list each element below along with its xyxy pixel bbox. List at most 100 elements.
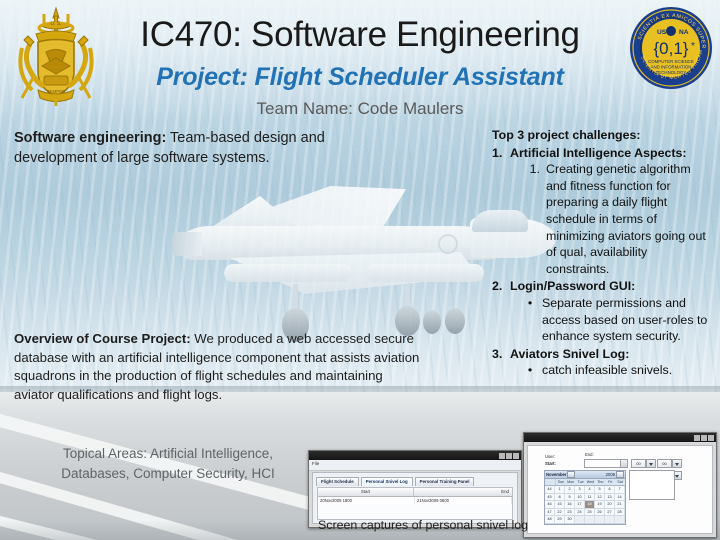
- svg-text:COMPUTER SCIENCE: COMPUTER SCIENCE: [648, 59, 694, 64]
- weekday-wed: Wed: [586, 480, 595, 484]
- calendar-day-20[interactable]: 20: [605, 501, 615, 508]
- calendar-day-6[interactable]: 6: [605, 486, 615, 493]
- window-body: User: Start: End: 00 00 00 00 November 2…: [527, 445, 713, 534]
- calendar-day-24[interactable]: 24: [575, 508, 585, 515]
- project-challenges-list: Top 3 project challenges: 1. Artificial …: [492, 127, 714, 379]
- calendar-day-28[interactable]: 28: [615, 508, 625, 515]
- challenge-number: 2.: [492, 279, 503, 294]
- minute-dropdown-arrow-1[interactable]: [672, 459, 682, 468]
- challenge-sub-marker: 1.: [529, 162, 540, 177]
- column-header-start[interactable]: Start: [318, 488, 414, 496]
- weekday-tue: Tue: [577, 480, 584, 484]
- tab-flight-schedule[interactable]: Flight Schedule: [316, 477, 359, 486]
- calendar-screenshot-window[interactable]: User: Start: End: 00 00 00 00 November 2…: [523, 432, 717, 538]
- tab-personal-snivel-log[interactable]: Personal Snivel Log: [360, 477, 413, 486]
- window-title-bar: [309, 451, 521, 460]
- week-number: 45: [545, 493, 555, 500]
- minute-spinner-1[interactable]: 00: [657, 459, 672, 468]
- calendar-week-row: 47 22 23 24 25 26 27 28: [545, 508, 625, 516]
- calendar-week-row: 46 15 16 17 18 19 20 21: [545, 501, 625, 509]
- svg-text:U. S.: U. S.: [50, 21, 61, 27]
- calendar-day-7[interactable]: 7: [615, 486, 625, 493]
- week-number: 47: [545, 508, 555, 515]
- hour-spinner-1[interactable]: 00: [631, 459, 646, 468]
- file-menu[interactable]: File: [309, 460, 521, 471]
- week-number: 44: [545, 486, 555, 493]
- software-engineering-definition: Software engineering: Team-based design …: [14, 128, 394, 168]
- slide-header: U. S. SEMPER SCIENTIA EX AMICOS SUPERAT …: [0, 0, 720, 125]
- calendar-day-27[interactable]: 27: [605, 508, 615, 515]
- calendar-day-8[interactable]: 8: [555, 493, 565, 500]
- calendar-day-19[interactable]: 19: [595, 501, 605, 508]
- calendar-day-26[interactable]: 26: [595, 508, 605, 515]
- svg-text:US: US: [657, 29, 667, 36]
- svg-text:AND INFORMATION: AND INFORMATION: [651, 65, 692, 70]
- calendar-day-25[interactable]: 25: [585, 508, 595, 515]
- calendar-day-1[interactable]: 1: [555, 486, 565, 493]
- svg-text:{0,1}: {0,1}: [654, 39, 689, 58]
- challenge-item: 3. Aviators Snivel Log:: [492, 346, 714, 363]
- calendar-day-5[interactable]: 5: [595, 486, 605, 493]
- weekday-sun: Sun: [557, 480, 565, 484]
- calendar-weeks: 44 1 2 3 4 5 6 7 45 8 9 10 11 12 13 14 46 15 16 17 18 19 20 21 4…: [545, 486, 625, 524]
- calendar-day-14[interactable]: 14: [615, 493, 625, 500]
- calendar-day-18[interactable]: 18: [585, 501, 595, 508]
- calendar-day-22[interactable]: 22: [555, 508, 565, 515]
- minimize-icon: [694, 434, 700, 441]
- notes-box[interactable]: [629, 470, 675, 500]
- screenshot-caption: Screen captures of personal snivel log: [318, 518, 529, 532]
- weekday-fri: Fri: [608, 480, 613, 484]
- calendar-day-11[interactable]: 11: [585, 493, 595, 500]
- usna-cs-department-seal-icon: SCIENTIA EX AMICOS SUPERAT SCIENTIA UT M…: [627, 2, 713, 90]
- challenges-heading: Top 3 project challenges:: [492, 128, 641, 142]
- calendar-day-2[interactable]: 2: [565, 486, 575, 493]
- month-dropdown-icon[interactable]: [567, 471, 576, 478]
- minimize-icon: [499, 452, 505, 459]
- window-controls[interactable]: [694, 434, 714, 441]
- calendar-day-4[interactable]: 4: [585, 486, 595, 493]
- calendar-day-9[interactable]: 9: [565, 493, 575, 500]
- column-header-end[interactable]: End: [414, 488, 512, 496]
- course-project-overview: Overview of Course Project: We produced …: [14, 330, 424, 404]
- challenge-sub-item: 1. Creating genetic algorithm and fitnes…: [527, 161, 714, 277]
- maximize-icon: [701, 434, 707, 441]
- weekday-thu: Thu: [597, 480, 604, 484]
- date-picker-calendar[interactable]: November 2009 Sun Mon Tue Wed Thu Fri Sa…: [544, 470, 626, 525]
- calendar-day-15[interactable]: 15: [555, 501, 565, 508]
- challenge-sub-item: • catch infeasible snivels.: [524, 362, 714, 379]
- calendar-day-3[interactable]: 3: [575, 486, 585, 493]
- calendar-day-13[interactable]: 13: [605, 493, 615, 500]
- team-name-label: Team Name: Code Maulers: [256, 99, 464, 118]
- calendar-day-empty: [595, 516, 605, 523]
- challenge-number: 1.: [492, 145, 503, 160]
- calendar-day-17[interactable]: 17: [575, 501, 585, 508]
- calendar-day-30[interactable]: 30: [565, 516, 575, 523]
- challenge-label: Login/Password GUI:: [510, 279, 636, 294]
- calendar-day-29[interactable]: 29: [555, 516, 565, 523]
- weekday-mon: Mon: [567, 480, 575, 484]
- tab-bar: Flight Schedule Personal Snivel Log Pers…: [313, 473, 517, 486]
- window-controls[interactable]: [499, 452, 519, 459]
- calendar-header: November 2009: [545, 471, 625, 479]
- tab-personal-training-panel[interactable]: Personal Training Panel: [414, 477, 475, 486]
- calendar-day-23[interactable]: 23: [565, 508, 575, 515]
- challenge-label: Artificial Intelligence Aspects:: [510, 145, 687, 160]
- calendar-year: 2009: [605, 472, 615, 477]
- calendar-day-empty: [615, 516, 625, 523]
- calendar-day-21[interactable]: 21: [615, 501, 625, 508]
- week-number-header: [545, 479, 556, 485]
- calendar-day-16[interactable]: 16: [565, 501, 575, 508]
- end-label: End:: [585, 452, 594, 457]
- calendar-day-10[interactable]: 10: [575, 493, 585, 500]
- hour-dropdown-arrow-1[interactable]: [646, 459, 656, 468]
- topical-areas-text: Topical Areas: Artificial Intelligence, …: [61, 446, 275, 481]
- overview-label: Overview of Course Project:: [14, 331, 191, 346]
- svg-text:NA: NA: [679, 29, 689, 36]
- calendar-day-12[interactable]: 12: [595, 493, 605, 500]
- date-input-field[interactable]: [584, 459, 628, 468]
- calendar-day-empty: [585, 516, 595, 523]
- year-dropdown-icon[interactable]: [616, 471, 624, 478]
- window-title-bar: [524, 433, 716, 442]
- calendar-week-row: 48 29 30: [545, 516, 625, 524]
- challenge-label: Aviators Snivel Log:: [510, 346, 630, 361]
